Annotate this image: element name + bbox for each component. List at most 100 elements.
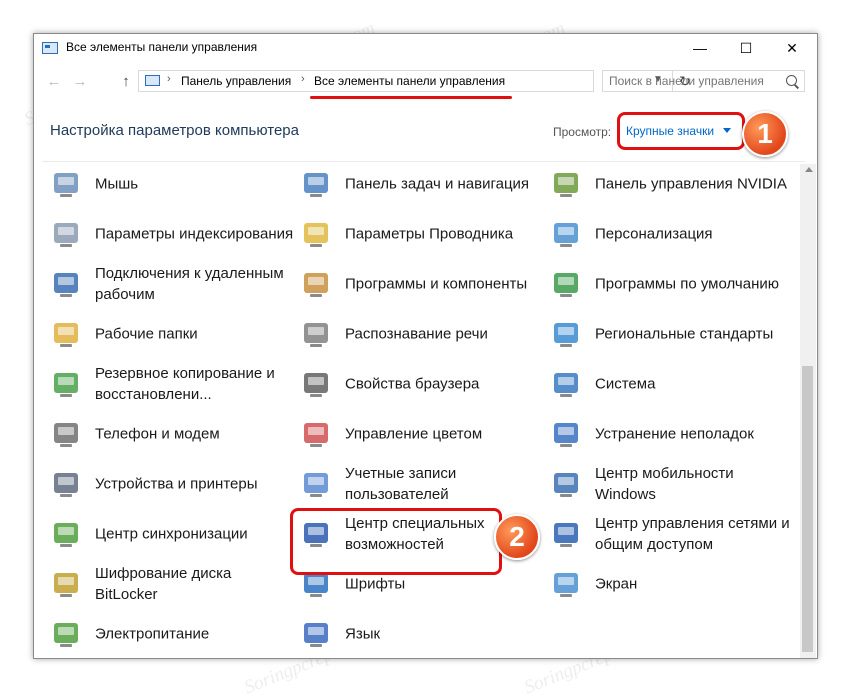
sync-center-icon	[50, 518, 82, 550]
item-label: Центр синхронизации	[95, 525, 248, 543]
control-panel-item[interactable]: Свойства браузера	[300, 362, 545, 406]
item-label: Свойства браузера	[345, 375, 480, 393]
address-bar[interactable]: › Панель управления › Все элементы панел…	[138, 70, 691, 92]
control-panel-item[interactable]: Распознавание речи	[300, 312, 545, 356]
minimize-button[interactable]: —	[677, 34, 723, 62]
item-label: Электропитание	[95, 625, 210, 643]
user-accounts-icon	[300, 468, 332, 500]
maximize-button[interactable]: ☐	[723, 34, 769, 62]
control-panel-item[interactable]: Экран	[550, 562, 795, 606]
item-label: Экран	[595, 575, 638, 593]
search-input[interactable]	[609, 73, 779, 89]
item-label: Центр мобильности Windows	[595, 465, 734, 503]
control-panel-item[interactable]: Устранение неполадок	[550, 412, 795, 456]
item-label: Параметры Проводника	[345, 225, 514, 243]
item-label: Система	[595, 375, 656, 393]
control-panel-item[interactable]: Персонализация	[550, 212, 795, 256]
search-icon[interactable]	[786, 75, 797, 86]
item-label: Региональные стандарты	[595, 325, 774, 343]
taskbar-icon	[300, 168, 332, 200]
scrollbar-thumb[interactable]	[802, 366, 813, 652]
breadcrumb-control-panel[interactable]: Панель управления	[181, 74, 291, 88]
microphone-icon	[300, 318, 332, 350]
item-label: Устройства и принтеры	[95, 475, 258, 493]
navigation-bar: ← → ↑ › Панель управления › Все элементы…	[34, 67, 817, 97]
network-center-icon	[550, 518, 582, 550]
control-panel-item[interactable]: Панель задач и навигация	[300, 162, 545, 206]
programs-icon	[300, 268, 332, 300]
control-panel-item[interactable]: Программы и компоненты	[300, 262, 545, 306]
control-panel-item[interactable]: Центр управления сетями и общим доступом	[550, 512, 795, 556]
item-label: Телефон и модем	[95, 425, 220, 443]
control-panel-item[interactable]: Параметры Проводника	[300, 212, 545, 256]
item-label: Программы по умолчанию	[595, 275, 779, 293]
item-label: Шрифты	[345, 575, 406, 593]
scroll-up-arrow[interactable]	[805, 167, 813, 172]
control-panel-item[interactable]: Устройства и принтеры	[50, 462, 295, 506]
title-bar[interactable]: Все элементы панели управления — ☐ ✕	[34, 34, 817, 62]
item-label: Рабочие папки	[95, 325, 198, 343]
control-panel-item[interactable]: Система	[550, 362, 795, 406]
item-label: Панель управления NVIDIA	[595, 175, 787, 193]
personalization-icon	[550, 218, 582, 250]
control-panel-item[interactable]: Шифрование диска BitLocker	[50, 562, 295, 606]
up-button[interactable]: ↑	[116, 71, 136, 91]
view-label: Просмотр:	[553, 125, 612, 139]
control-panel-item[interactable]: Резервное копирование и восстановлени...	[50, 362, 295, 406]
step-badge-2: 2	[494, 514, 540, 560]
control-panel-item[interactable]: Центр мобильности Windows	[550, 462, 795, 506]
page-title: Настройка параметров компьютера	[50, 122, 299, 139]
work-folders-icon	[50, 318, 82, 350]
search-box[interactable]	[602, 70, 805, 92]
power-icon	[50, 618, 82, 650]
color-management-icon	[300, 418, 332, 450]
globe-clock-icon	[550, 318, 582, 350]
item-label: Персонализация	[595, 225, 713, 243]
control-panel-item[interactable]: Региональные стандарты	[550, 312, 795, 356]
control-panel-item[interactable]: Подключения к удаленным рабочим	[50, 262, 295, 306]
mobility-center-icon	[550, 468, 582, 500]
control-panel-icon	[145, 75, 160, 86]
control-panel-item[interactable]: Рабочие папки	[50, 312, 295, 356]
backup-icon	[50, 368, 82, 400]
control-panel-icon	[42, 42, 58, 54]
item-label: Параметры индексирования	[95, 225, 294, 243]
control-panel-item[interactable]: Панель управления NVIDIA	[550, 162, 795, 206]
nvidia-icon	[550, 168, 582, 200]
printer-icon	[50, 468, 82, 500]
forward-button[interactable]: →	[70, 71, 90, 91]
control-panel-item[interactable]: Программы по умолчанию	[550, 262, 795, 306]
control-panel-item[interactable]: Мышь	[50, 162, 295, 206]
chevron-right-icon: ›	[167, 73, 171, 85]
close-button[interactable]: ✕	[769, 34, 815, 62]
bitlocker-icon	[50, 568, 82, 600]
troubleshooting-icon	[550, 418, 582, 450]
language-icon	[300, 618, 332, 650]
chevron-right-icon: ›	[301, 73, 305, 85]
item-label: Резервное копирование и восстановлени...	[95, 365, 275, 403]
item-label: Устранение неполадок	[595, 425, 754, 443]
item-label: Управление цветом	[345, 425, 483, 443]
folder-options-icon	[300, 218, 332, 250]
highlight-underline	[310, 96, 512, 99]
item-label: Программы и компоненты	[345, 275, 528, 293]
item-label: Центр управления сетями и общим доступом	[595, 515, 790, 553]
item-label: Язык	[345, 625, 381, 643]
control-panel-item[interactable]: Язык	[300, 612, 545, 656]
system-icon	[550, 368, 582, 400]
item-label: Мышь	[95, 175, 139, 193]
breadcrumb-all-items[interactable]: Все элементы панели управления	[314, 74, 505, 88]
control-panel-item[interactable]: Телефон и модем	[50, 412, 295, 456]
control-panel-window: Все элементы панели управления — ☐ ✕ ← →…	[33, 33, 818, 659]
item-label: Распознавание речи	[345, 325, 488, 343]
control-panel-item[interactable]: Учетные записи пользователей	[300, 462, 545, 506]
internet-options-icon	[300, 368, 332, 400]
back-button[interactable]: ←	[44, 71, 64, 91]
control-panel-item[interactable]: Параметры индексирования	[50, 212, 295, 256]
control-panel-item[interactable]: Управление цветом	[300, 412, 545, 456]
indexing-icon	[50, 218, 82, 250]
control-panel-item[interactable]: Центр синхронизации	[50, 512, 295, 556]
default-programs-icon	[550, 268, 582, 300]
control-panel-item[interactable]: Электропитание	[50, 612, 295, 656]
item-label: Подключения к удаленным рабочим	[95, 265, 284, 303]
